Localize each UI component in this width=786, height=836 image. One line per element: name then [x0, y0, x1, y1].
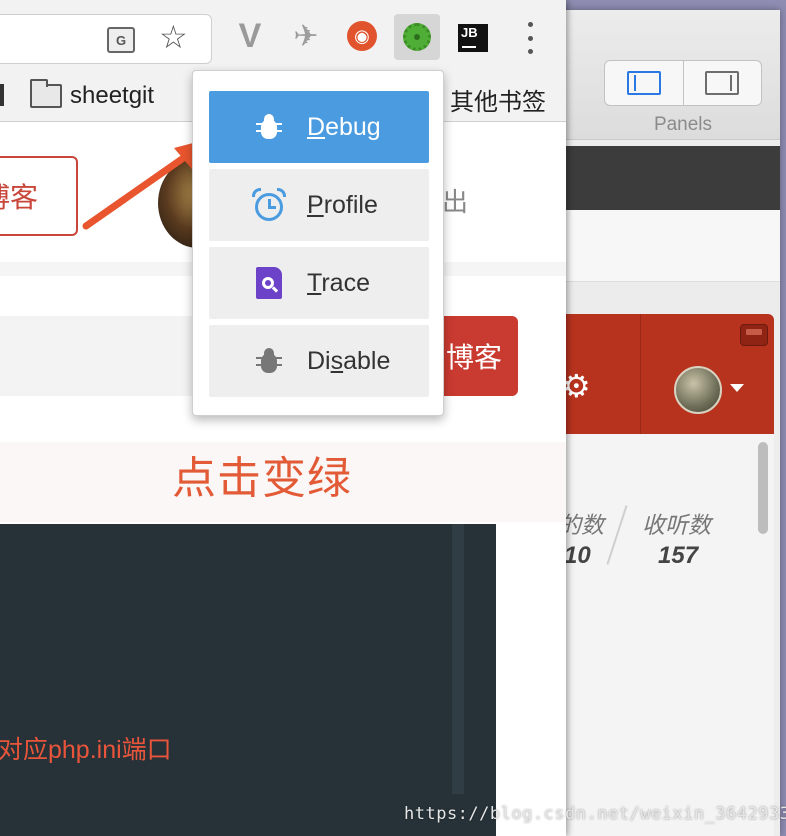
background-window-toolbar: Panels — [548, 10, 780, 140]
trace-magnifier-icon — [249, 263, 289, 303]
right-panel-icon — [705, 71, 740, 95]
menu-item-label: Profile — [307, 190, 378, 219]
panels-label: Panels — [653, 114, 713, 135]
logout-link[interactable]: 出 — [442, 182, 468, 219]
background-dark-bar — [548, 146, 780, 210]
code-scrollbar[interactable] — [452, 524, 464, 794]
folder-icon[interactable] — [30, 79, 62, 108]
firebug-icon[interactable]: ◉ — [344, 18, 380, 54]
chevron-down-icon[interactable] — [730, 384, 744, 392]
alarm-clock-icon — [249, 185, 289, 225]
background-window: Panels ⚙ 的数 收听数 10 157 — [548, 10, 780, 836]
left-panel-icon — [626, 71, 661, 95]
bookmark-star-icon[interactable]: ☆ — [159, 21, 188, 53]
more-menu-icon[interactable] — [520, 22, 540, 54]
bug-icon — [249, 107, 289, 147]
menu-item-label: Debug — [307, 112, 381, 141]
stat-value-following[interactable]: 10 — [564, 542, 591, 570]
bookmark-folder-sheetgit[interactable]: sheetgit — [70, 82, 154, 110]
arrow-shaft — [82, 148, 196, 230]
stat-label-listeners: 收听数 — [642, 512, 711, 538]
page-right-margin — [496, 524, 566, 836]
menu-item-label: Trace — [307, 268, 370, 297]
vue-devtools-icon[interactable]: V — [232, 17, 268, 55]
weibo-top-bar: ⚙ — [558, 314, 774, 434]
jetbrains-icon[interactable]: JB — [458, 24, 488, 52]
php-ini-port-annotation: 对应php.ini端口 — [0, 736, 172, 764]
xdebug-dropdown-menu: Debug Profile Trace Disable — [192, 70, 444, 416]
profile-stats: 的数 收听数 10 157 — [558, 434, 774, 836]
code-editor[interactable] — [0, 524, 496, 836]
minimize-icon[interactable] — [740, 324, 768, 346]
stat-value-listeners[interactable]: 157 — [658, 542, 698, 570]
panels-toggle-group — [604, 60, 762, 106]
stat-divider — [606, 505, 628, 565]
scrollbar[interactable] — [758, 442, 768, 534]
blog-button-outline[interactable]: 博客 — [0, 156, 78, 236]
xdebug-helper-icon[interactable] — [394, 14, 440, 60]
jetbrains-label: JB — [461, 25, 478, 40]
background-header-area — [548, 210, 780, 282]
menu-item-disable[interactable]: Disable — [209, 325, 429, 397]
background-subheader-area — [548, 282, 780, 316]
bird-icon[interactable]: ✈ — [288, 18, 324, 54]
translate-icon[interactable]: G — [107, 27, 135, 53]
browser-toolbar: G ☆ V ✈ ◉ JB — [0, 0, 566, 72]
other-bookmarks[interactable]: 其他书签 — [450, 82, 546, 117]
annotation-click-turns-green: 点击变绿 — [172, 454, 352, 503]
menu-item-label: Disable — [307, 346, 391, 375]
menu-item-trace[interactable]: Trace — [209, 247, 429, 319]
bug-icon — [249, 341, 289, 381]
bar-divider — [640, 314, 641, 434]
right-panel-button[interactable] — [682, 61, 762, 105]
menu-item-profile[interactable]: Profile — [209, 169, 429, 241]
address-bar[interactable]: G ☆ — [0, 14, 212, 64]
menu-item-debug[interactable]: Debug — [209, 91, 429, 163]
user-avatar[interactable] — [674, 366, 722, 414]
watermark: https://blog.csdn.net/weixin_36429334 — [404, 804, 786, 824]
left-panel-button[interactable] — [605, 61, 683, 105]
gear-icon[interactable]: ⚙ — [562, 370, 591, 402]
bookmark-fragment[interactable] — [0, 84, 4, 106]
